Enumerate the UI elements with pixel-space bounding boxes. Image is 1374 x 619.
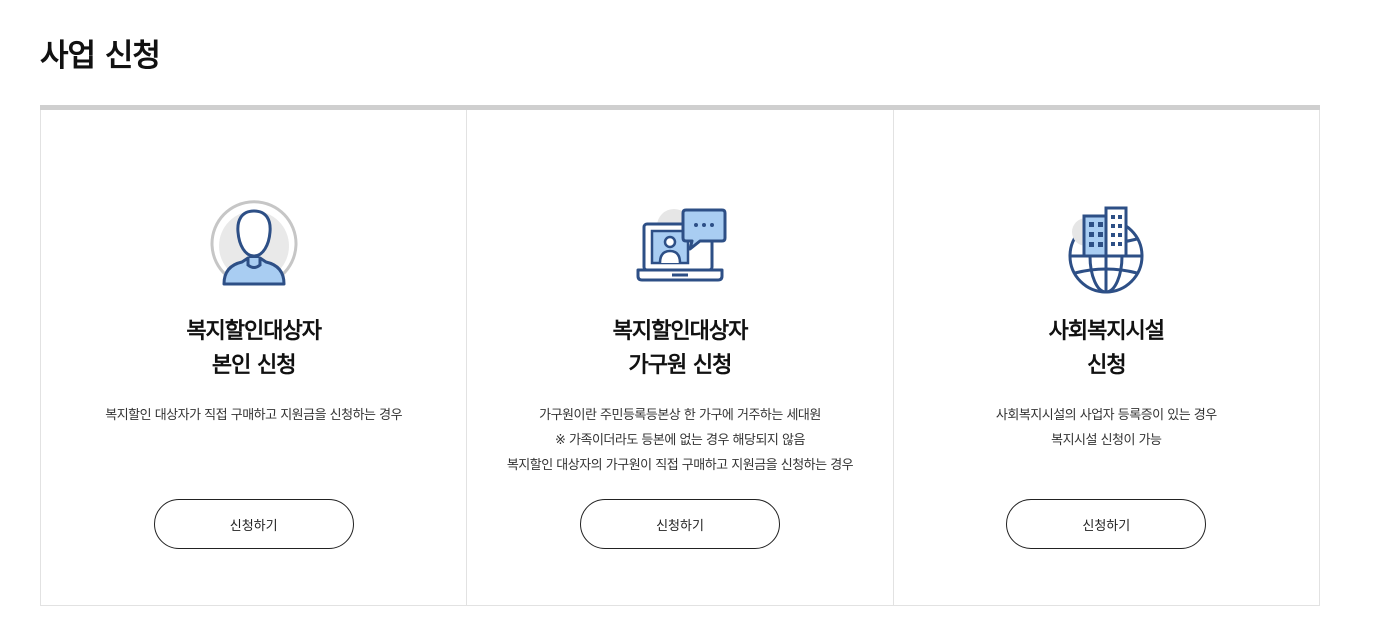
card-title-line-1: 복지할인대상자 (186, 319, 322, 344)
card-description: 가구원이란 주민등록등본상 한 가구에 거주하는 세대원 ※ 가족이더라도 등본… (477, 403, 882, 478)
building-globe-icon (1056, 198, 1156, 298)
apply-button-facility[interactable]: 신청하기 (1006, 499, 1207, 549)
card-desc-line: 사회복지시설의 사업자 등록증이 있는 경우 (995, 408, 1217, 423)
laptop-chat-icon (630, 198, 730, 298)
card-title-line-2: 본인 신청 (211, 353, 297, 378)
card-title: 사회복지시설 신청 (894, 315, 1319, 383)
card-desc-line: 복지할인 대상자가 직접 구매하고 지원금을 신청하는 경우 (105, 408, 403, 423)
card-title-line-1: 사회복지시설 (1048, 319, 1165, 344)
apply-button-household[interactable]: 신청하기 (579, 499, 780, 549)
card-title-line-1: 복지할인대상자 (612, 319, 749, 344)
card-description: 복지할인 대상자가 직접 구매하고 지원금을 신청하는 경우 (51, 403, 456, 428)
application-cards: 복지할인대상자 본인 신청 복지할인 대상자가 직접 구매하고 지원금을 신청하… (40, 105, 1320, 606)
apply-button-self[interactable]: 신청하기 (153, 499, 354, 549)
card-desc-line: 복지시설 신청이 가능 (1051, 433, 1162, 448)
card-desc-line: 복지할인 대상자의 가구원이 직접 구매하고 지원금을 신청하는 경우 (506, 458, 854, 473)
card-title: 복지할인대상자 본인 신청 (41, 315, 466, 383)
page-title: 사업 신청 (40, 38, 161, 74)
card-facility-application: 사회복지시설 신청 사회복지시설의 사업자 등록증이 있는 경우 복지시설 신청… (893, 110, 1320, 606)
card-self-application: 복지할인대상자 본인 신청 복지할인 대상자가 직접 구매하고 지원금을 신청하… (40, 110, 468, 606)
card-title: 복지할인대상자 가구원 신청 (467, 315, 892, 383)
card-title-line-2: 가구원 신청 (628, 353, 733, 378)
card-desc-line: 가구원이란 주민등록등본상 한 가구에 거주하는 세대원 (539, 408, 821, 423)
person-icon (204, 198, 304, 298)
card-household-application: 복지할인대상자 가구원 신청 가구원이란 주민등록등본상 한 가구에 거주하는 … (467, 110, 894, 606)
card-title-line-2: 신청 (1087, 353, 1126, 378)
card-description: 사회복지시설의 사업자 등록증이 있는 경우 복지시설 신청이 가능 (904, 403, 1309, 453)
card-desc-note: ※ 가족이더라도 등본에 없는 경우 해당되지 않음 (555, 433, 805, 448)
